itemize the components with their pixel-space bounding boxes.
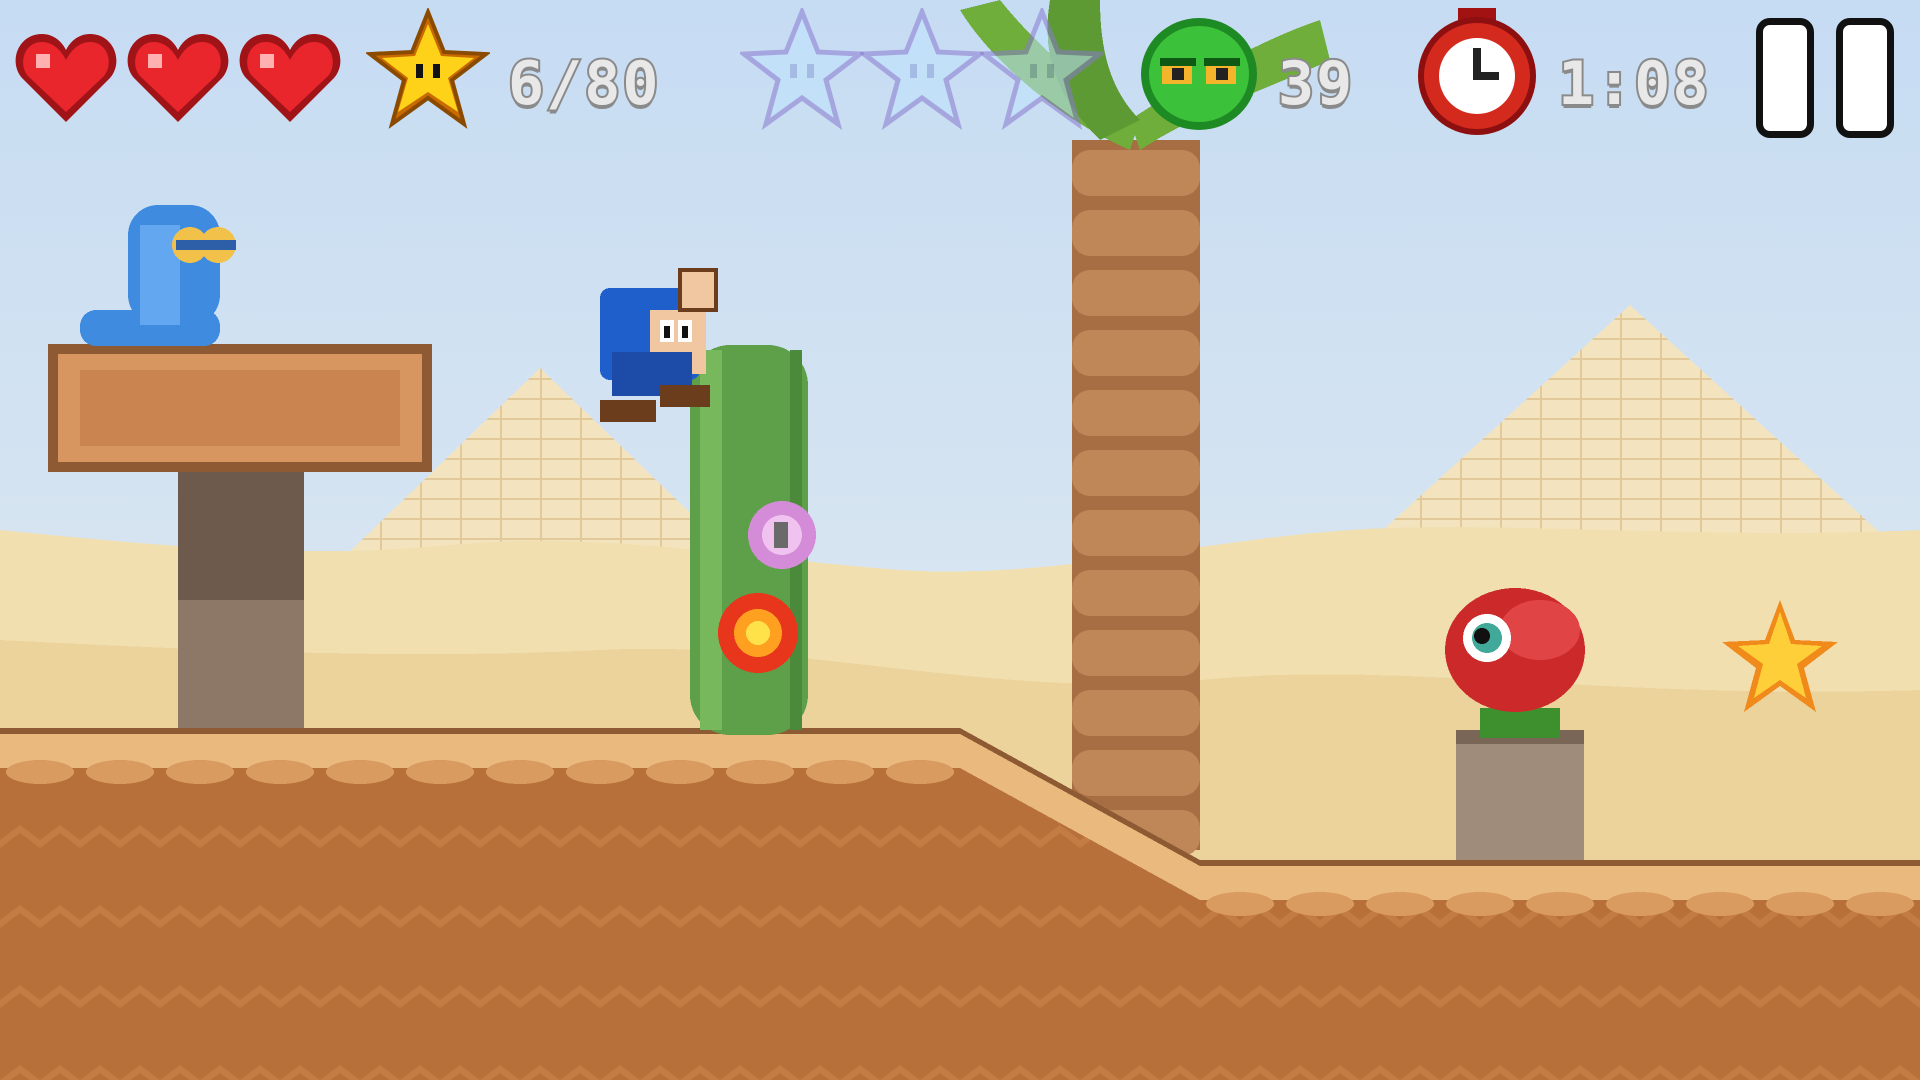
outline-star-icon — [740, 8, 864, 131]
outline-star-icon — [980, 8, 1104, 131]
star-icon — [366, 8, 490, 129]
stone-pillar — [178, 470, 304, 730]
alarm-clock-icon — [1418, 8, 1536, 135]
enemies-defeated-counter: 39 — [1276, 49, 1355, 119]
wooden-platform — [48, 344, 432, 472]
stone-pot — [1456, 730, 1584, 860]
cactus-flower-red — [718, 593, 798, 673]
cactus-flower-pink — [748, 501, 816, 569]
pause-button[interactable] — [1752, 0, 1912, 150]
timer-display: 1:08 — [1556, 49, 1711, 119]
green-blob-icon — [1141, 18, 1257, 130]
heart-icon — [15, 34, 117, 122]
game-screen: 6/80 39 1:08 — [0, 0, 1920, 1080]
game-scene — [0, 0, 1920, 1080]
heart-icon — [239, 34, 341, 122]
stars-collected-counter: 6/80 — [506, 49, 661, 119]
heart-icon — [127, 34, 229, 122]
outline-star-icon — [860, 8, 984, 131]
